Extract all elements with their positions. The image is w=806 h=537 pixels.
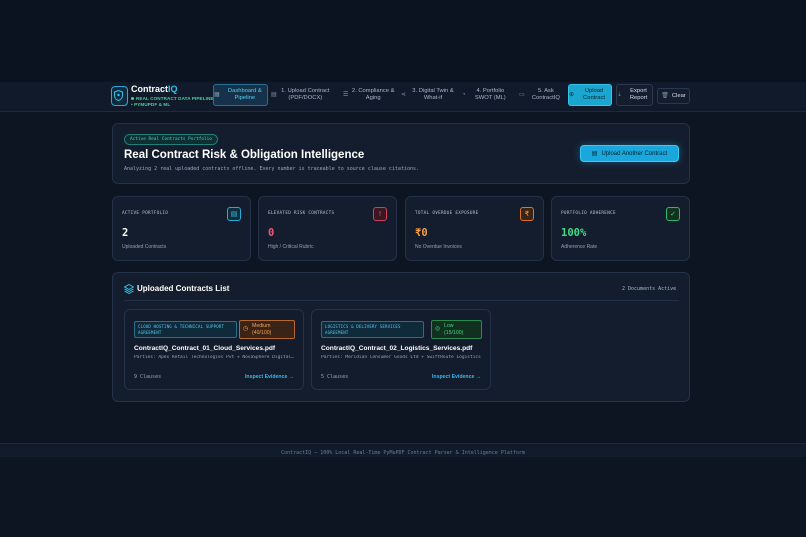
page-title: Real Contract Risk & Obligation Intellig… [124,149,365,161]
clock-icon: ◷ [243,326,249,332]
contract-card[interactable]: LOGISTICS & DELIVERY SERVICES AGREEMENT … [311,309,491,390]
contract-file-name: ContractIQ_Contract_01_Cloud_Services.pd… [134,345,276,352]
brand-name: ContractIQ [131,84,178,94]
check-circle-icon: ◎ [435,326,441,332]
export-report-button[interactable]: ⇣ Export Report [616,84,653,106]
nav-label: 1. Upload Contract (PDF/DOCX) [281,88,330,101]
brand-name-accent: IQ [168,84,178,94]
contract-card[interactable]: CLOUD HOSTING & TECHNICAL SUPPORT AGREEM… [124,309,304,390]
portfolio-pill: Active Real Contracts Portfolio [124,134,218,145]
contract-category-tag: LOGISTICS & DELIVERY SERVICES AGREEMENT [321,321,424,338]
footer-text: ContractIQ — 100% Local Real-Time PyMuPD… [281,450,525,456]
nav-label: 4. Portfolio SWOT (ML) [474,88,506,101]
stat-value: 100% [561,227,587,239]
stat-foot: Uploaded Contracts [122,244,167,250]
clear-button[interactable]: 🗑 Clear [657,88,690,104]
clause-count: 5 Clauses [321,374,349,380]
upload-contract-label: Upload Contract [583,88,605,101]
inspect-evidence-link[interactable]: Inspect Evidence → [245,374,294,380]
brand-name-prefix: Contract [131,84,169,94]
stat-label: TOTAL OVERDUE EXPOSURE [415,211,479,216]
nav-label: 5. Ask ContractIQ [531,88,560,101]
stat-card-overdue-exposure: TOTAL OVERDUE EXPOSURE ₹0 No Overdue Inv… [405,196,544,261]
upload-icon: ⊕ [569,91,575,98]
shield-logo-icon [111,86,128,106]
nav-compliance-aging[interactable]: ☰ 2. Compliance & Aging [343,84,395,106]
upload-another-contract-button[interactable]: ▤ Upload Another Contract [580,145,679,162]
risk-score: (40/100) [252,329,272,336]
nav-dashboard[interactable]: ▦ Dashboard & Pipeline [213,84,268,106]
contract-file-name: ContractIQ_Contract_02_Logistics_Service… [321,345,473,352]
stat-label: ELEVATED RISK CONTRACTS [268,211,335,216]
brand-tagline: REAL CONTRACT DATA PIPELINE • PYMUPDF & … [131,96,215,108]
contracts-list-title: Uploaded Contracts List [137,284,230,293]
alert-icon: ! [373,207,387,221]
contract-category-tag: CLOUD HOSTING & TECHNICAL SUPPORT AGREEM… [134,321,237,338]
stat-card-elevated-risk: ELEVATED RISK CONTRACTS 0 High / Critica… [258,196,397,261]
stat-label: PORTFOLIO ADHERENCE [561,211,616,216]
risk-badge: ◷ Medium (40/100) [239,320,295,339]
nav-portfolio-swot[interactable]: ◔ 4. Portfolio SWOT (ML) [462,84,512,106]
rupee-icon: ₹ [520,207,534,221]
stat-foot: High / Critical Rubric [268,244,314,250]
nav-ask-contractiq[interactable]: ▭ 5. Ask ContractIQ [519,84,564,106]
layers-icon [124,284,134,294]
upload-contract-button[interactable]: ⊕ Upload Contract [568,84,612,106]
stat-foot: No Overdue Invoices [415,244,462,250]
stat-card-active-portfolio: ACTIVE PORTFOLIO 2 Uploaded Contracts ▤ [112,196,251,261]
page-subtitle: Analyzing 2 real uploaded contracts offl… [124,166,420,172]
trash-icon: 🗑 [661,92,669,99]
risk-badge: ◎ Low (15/100) [431,320,482,339]
stat-card-portfolio-adherence: PORTFOLIO ADHERENCE 100% Adherence Rate … [551,196,690,261]
documents-count: 2 Documents Active [622,286,677,292]
contract-parties: Parties: Meridian Consumer Goods Ltd + S… [321,355,481,360]
clause-count: 9 Clauses [134,374,162,380]
document-icon: ▤ [227,207,241,221]
check-circle-icon: ✓ [666,207,680,221]
chat-icon: ▭ [519,91,525,98]
risk-score: (15/100) [444,329,464,336]
stat-foot: Adherence Rate [561,244,598,250]
brand-tagline-text: REAL CONTRACT DATA PIPELINE • PYMUPDF & … [131,96,214,107]
download-icon: ⇣ [617,91,623,98]
nav-label: Dashboard & Pipeline [227,88,262,101]
stat-value: 0 [268,227,275,239]
list-icon: ☰ [343,91,349,98]
grid-icon: ▦ [214,91,220,98]
nav-upload-contract[interactable]: ▤ 1. Upload Contract (PDF/DOCX) [271,84,331,106]
top-background [0,0,806,82]
file-icon: ▤ [591,151,598,157]
stat-value: 2 [122,227,129,239]
divider [124,300,679,301]
nav-digital-twin[interactable]: ⋖ 3. Digital Twin & What-if [401,84,457,106]
file-icon: ▤ [271,91,277,98]
contract-parties: Parties: Apex Retail Technologies Pvt + … [134,355,294,360]
pie-icon: ◔ [462,91,466,98]
nav-label: 3. Digital Twin & What-if [412,88,454,101]
clear-label: Clear [671,92,686,99]
stat-value: ₹0 [415,227,428,239]
upload-another-label: Upload Another Contract [601,150,668,157]
stat-label: ACTIVE PORTFOLIO [122,211,169,216]
export-report-label: Export Report [629,88,648,101]
nav-label: 2. Compliance & Aging [351,88,395,101]
share-icon: ⋖ [401,91,407,98]
status-dot-icon [131,97,134,101]
inspect-evidence-link[interactable]: Inspect Evidence → [432,374,481,380]
